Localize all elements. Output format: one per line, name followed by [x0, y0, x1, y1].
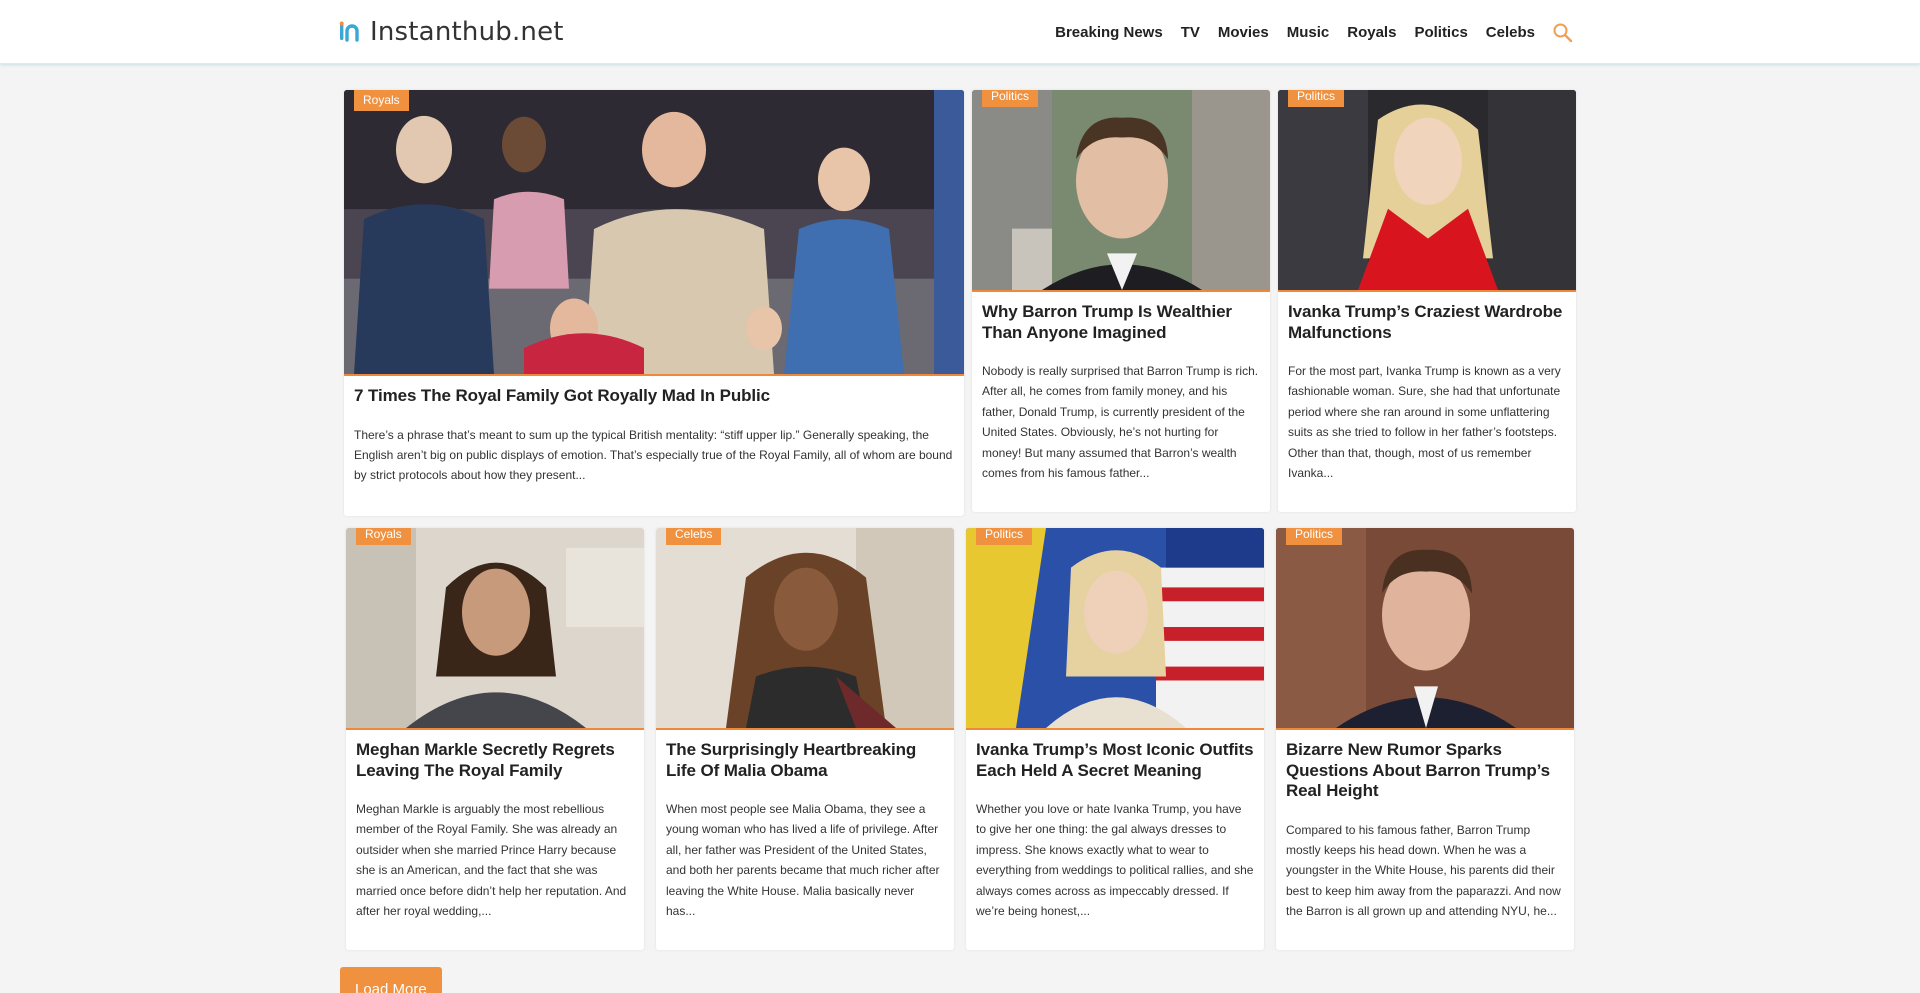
- nav-royals[interactable]: Royals: [1347, 24, 1396, 41]
- article-card[interactable]: Politics Why Barron Trump Is Wealthier T…: [972, 90, 1270, 512]
- nav-music[interactable]: Music: [1287, 24, 1330, 41]
- article-card[interactable]: Celebs The Surprisingly Heartbreaking Li…: [656, 528, 954, 950]
- category-tag[interactable]: Politics: [982, 90, 1039, 107]
- category-tag[interactable]: Royals: [354, 90, 409, 111]
- article-thumbnail[interactable]: [972, 90, 1270, 292]
- article-title[interactable]: Ivanka Trump’s Most Iconic Outfits Each …: [966, 740, 1264, 781]
- search-icon[interactable]: [1552, 22, 1574, 44]
- article-title[interactable]: Bizarre New Rumor Sparks Questions About…: [1276, 740, 1574, 802]
- article-title[interactable]: The Surprisingly Heartbreaking Life Of M…: [656, 740, 954, 781]
- article-excerpt: Nobody is really surprised that Barron T…: [982, 364, 1259, 481]
- article-title[interactable]: Ivanka Trump’s Craziest Wardrobe Malfunc…: [1278, 302, 1576, 343]
- nav-movies[interactable]: Movies: [1218, 24, 1269, 41]
- main-nav: Breaking News TV Movies Music Royals Pol…: [1037, 24, 1535, 41]
- article-excerpt: There’s a phrase that’s meant to sum up …: [354, 427, 953, 483]
- article-card[interactable]: Royals Meghan Markle Secretly Regrets Le…: [346, 528, 644, 950]
- article-thumbnail[interactable]: [656, 528, 954, 730]
- article-excerpt: For the most part, Ivanka Trump is known…: [1288, 364, 1561, 481]
- article-title[interactable]: Why Barron Trump Is Wealthier Than Anyon…: [972, 302, 1270, 343]
- article-thumbnail[interactable]: [346, 528, 644, 730]
- category-tag[interactable]: Politics: [976, 528, 1033, 545]
- article-card[interactable]: Politics Ivanka Trump’s Craziest Wardrob…: [1278, 90, 1576, 512]
- load-more-button[interactable]: Load More: [340, 967, 442, 993]
- nav-politics[interactable]: Politics: [1414, 24, 1467, 41]
- nav-celebs[interactable]: Celebs: [1486, 24, 1535, 41]
- category-tag[interactable]: Politics: [1288, 90, 1345, 107]
- article-title[interactable]: Meghan Markle Secretly Regrets Leaving T…: [346, 740, 644, 781]
- category-tag[interactable]: Politics: [1286, 528, 1343, 545]
- article-thumbnail[interactable]: [966, 528, 1264, 730]
- nav-breaking-news[interactable]: Breaking News: [1055, 24, 1163, 41]
- article-excerpt: Meghan Markle is arguably the most rebel…: [356, 802, 627, 919]
- article-title[interactable]: 7 Times The Royal Family Got Royally Mad…: [344, 386, 964, 407]
- category-tag[interactable]: Celebs: [666, 528, 722, 545]
- article-excerpt: When most people see Malia Obama, they s…: [666, 802, 940, 919]
- nav-tv[interactable]: TV: [1181, 24, 1200, 41]
- article-excerpt: Whether you love or hate Ivanka Trump, y…: [976, 802, 1254, 919]
- article-card[interactable]: Royals 7 Times The Royal Family Got Roya…: [344, 90, 964, 516]
- article-card[interactable]: Politics Ivanka Trump’s Most Iconic Outf…: [966, 528, 1264, 950]
- article-thumbnail[interactable]: [1276, 528, 1574, 730]
- site-logo[interactable]: Instanthub.net: [338, 17, 564, 47]
- site-name: Instanthub.net: [370, 17, 564, 47]
- category-tag[interactable]: Royals: [356, 528, 411, 545]
- article-card[interactable]: Politics Bizarre New Rumor Sparks Questi…: [1276, 528, 1574, 950]
- site-header: Instanthub.net Breaking News TV Movies M…: [0, 0, 1920, 64]
- article-thumbnail[interactable]: [344, 90, 964, 376]
- logo-mark-icon: [339, 21, 359, 42]
- article-thumbnail[interactable]: [1278, 90, 1576, 292]
- article-excerpt: Compared to his famous father, Barron Tr…: [1286, 822, 1561, 919]
